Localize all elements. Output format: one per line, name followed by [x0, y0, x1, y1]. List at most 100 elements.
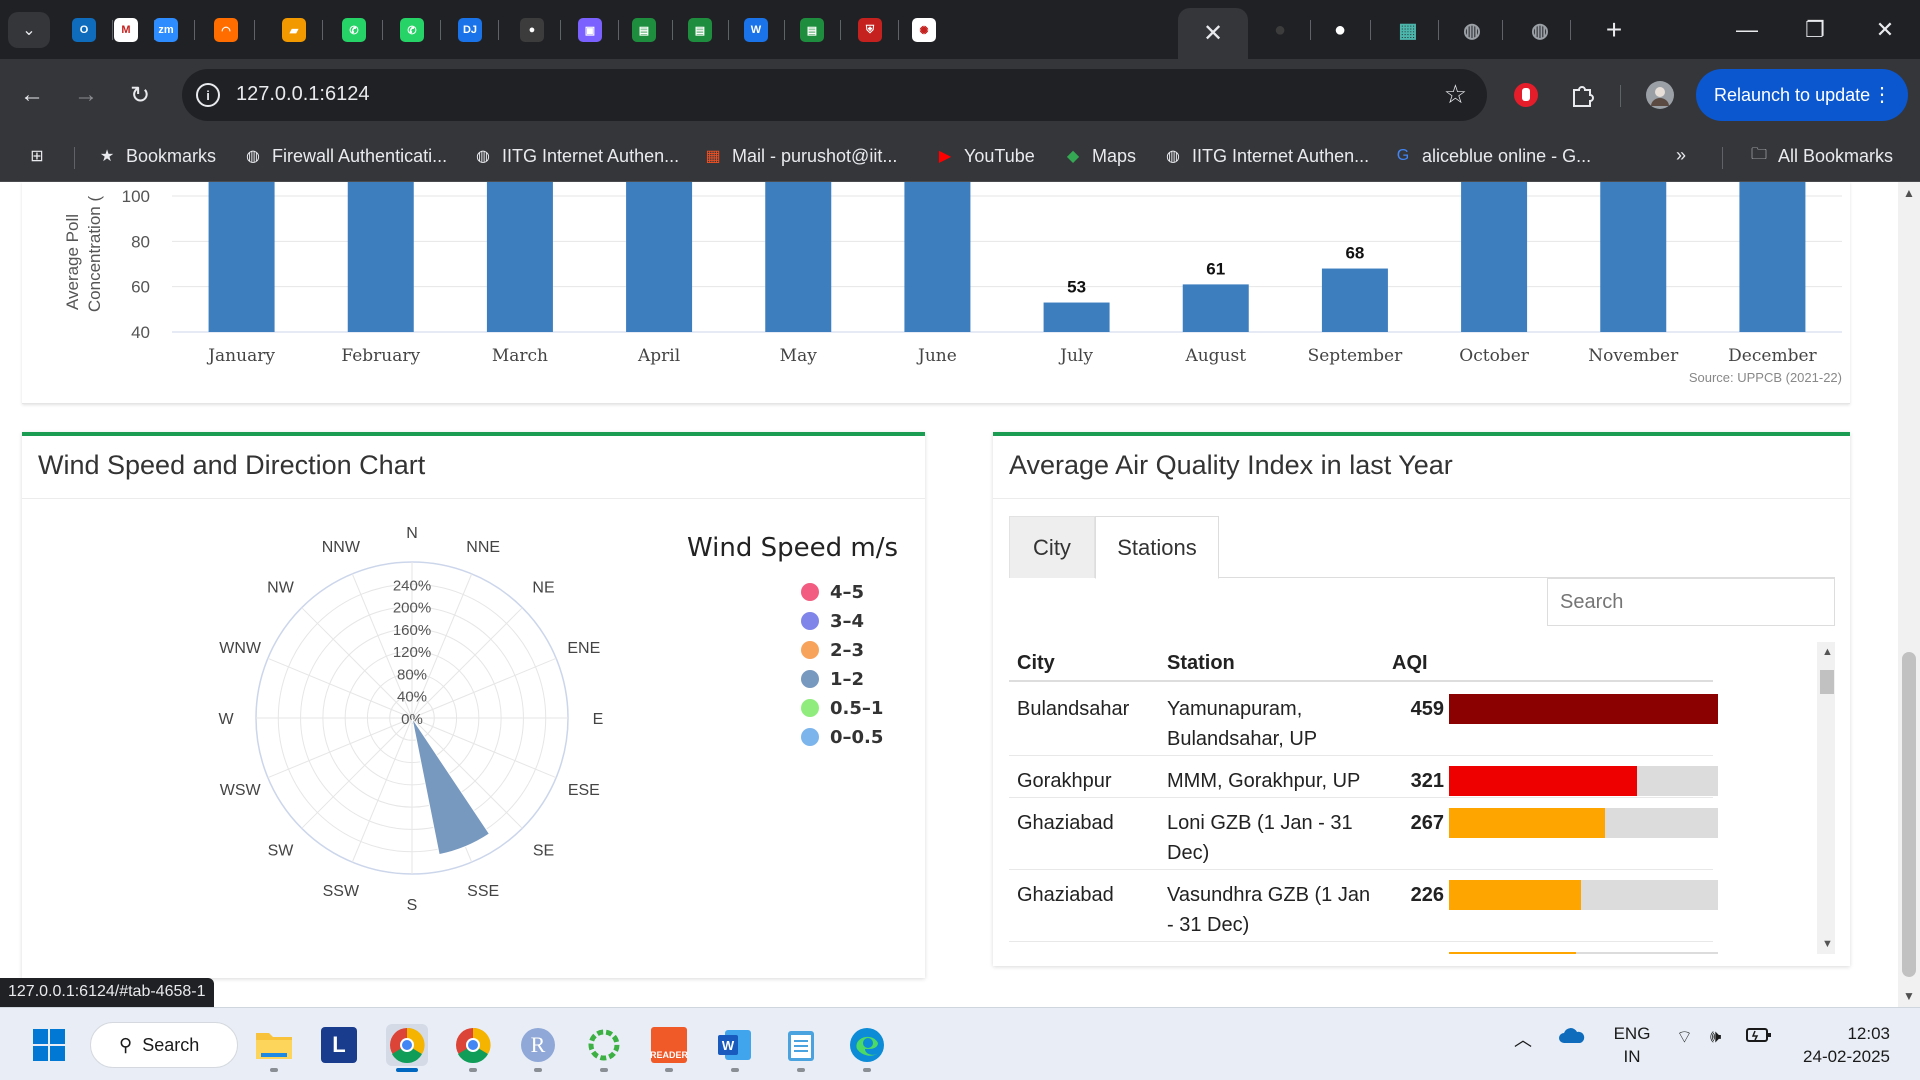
bookmark-item[interactable]: ◍ IITG Internet Authen... — [472, 145, 679, 167]
tab-search-button[interactable]: ⌄ — [8, 12, 50, 48]
bar[interactable] — [1321, 268, 1388, 332]
table-row[interactable] — [1009, 942, 1718, 954]
scroll-thumb[interactable] — [1902, 652, 1916, 977]
bar[interactable] — [904, 182, 971, 333]
restore-button[interactable]: ❐ — [1792, 12, 1838, 48]
tab-city[interactable]: City — [1009, 516, 1095, 578]
table-row[interactable]: Bulandsahar Yamunapuram, Bulandsahar, UP 4… — [1009, 684, 1718, 756]
tab-active[interactable]: ✕ — [1178, 8, 1248, 59]
address-bar[interactable]: i 127.0.0.1:6124 ☆ — [182, 69, 1487, 121]
legend-marker[interactable] — [801, 699, 819, 717]
scroll-up-icon[interactable]: ▲ — [1903, 186, 1915, 200]
close-window-button[interactable]: ✕ — [1862, 12, 1908, 48]
browser-tab[interactable]: ▤ — [626, 12, 662, 48]
scroll-up-icon[interactable]: ▲ — [1822, 646, 1833, 658]
onedrive-button[interactable] — [1558, 1026, 1586, 1049]
search-input[interactable] — [1547, 578, 1835, 626]
extensions-button[interactable] — [1564, 77, 1600, 113]
start-button[interactable] — [28, 1024, 70, 1066]
bar[interactable] — [1461, 182, 1528, 333]
browser-tab[interactable]: ▤ — [794, 12, 830, 48]
volume-button[interactable]: 🕪 — [1710, 1026, 1721, 1047]
bookmark-item[interactable]: ◍ IITG Internet Authen... — [1162, 145, 1369, 167]
more-bookmarks-button[interactable]: » — [1676, 145, 1686, 166]
system-clock[interactable]: 12:03 24-02-2025 — [1796, 1022, 1890, 1068]
bar[interactable] — [208, 182, 275, 333]
browser-tab[interactable]: ● — [1262, 12, 1298, 48]
bar[interactable] — [486, 182, 553, 332]
scroll-thumb[interactable] — [1820, 670, 1834, 694]
bar[interactable] — [1182, 284, 1249, 332]
edge-button[interactable] — [846, 1024, 888, 1066]
browser-tab[interactable]: ▣ — [572, 12, 608, 48]
bookmark-item[interactable]: ▦ Mail - purushot@iit... — [702, 145, 897, 167]
browser-tab[interactable]: W — [738, 12, 774, 48]
legend-marker[interactable] — [801, 612, 819, 630]
wifi-button[interactable]: ⌔ — [1676, 1026, 1693, 1049]
browser-tab[interactable]: M — [108, 12, 144, 48]
bar[interactable] — [765, 182, 832, 332]
browser-tab[interactable]: ◠ — [208, 12, 244, 48]
browser-tab[interactable]: ▰ — [276, 12, 312, 48]
file-explorer-button[interactable] — [253, 1024, 295, 1066]
column-header-station[interactable]: Station — [1167, 652, 1235, 675]
notepad-button[interactable] — [780, 1024, 822, 1066]
legend-marker[interactable] — [801, 641, 819, 659]
scroll-down-icon[interactable]: ▼ — [1822, 938, 1833, 950]
browser-tab[interactable]: zm — [148, 12, 184, 48]
l-app-button[interactable]: L — [318, 1024, 360, 1066]
browser-tab[interactable]: O — [66, 12, 102, 48]
table-row[interactable]: Ghaziabad Loni GZB (1 Jan - 31 Dec) 267 — [1009, 798, 1718, 870]
chrome-button[interactable] — [386, 1024, 428, 1066]
browser-tab[interactable]: ◍ — [1454, 12, 1490, 48]
column-header-city[interactable]: City — [1017, 652, 1055, 675]
extension-button[interactable] — [1508, 77, 1544, 113]
legend-marker[interactable] — [801, 583, 819, 601]
browser-tab[interactable]: ▦ — [1390, 12, 1426, 48]
table-row[interactable]: Gorakhpur MMM, Gorakhpur, UP 321 — [1009, 756, 1718, 798]
bookmark-item[interactable]: Galiceblue online - G... — [1392, 145, 1591, 167]
battery-button[interactable] — [1746, 1026, 1772, 1049]
profile-button[interactable] — [1642, 77, 1678, 113]
wind-wedge[interactable] — [411, 717, 491, 856]
scroll-down-icon[interactable]: ▼ — [1903, 989, 1915, 1003]
taskbar-search[interactable]: ⚲ Search — [90, 1022, 238, 1068]
language-indicator[interactable]: ENG IN — [1612, 1022, 1652, 1068]
bar[interactable] — [1739, 182, 1806, 333]
tray-overflow-button[interactable]: ︿ — [1514, 1026, 1532, 1052]
bar[interactable] — [1600, 182, 1667, 333]
bar[interactable] — [1043, 302, 1110, 332]
bookmark-item[interactable]: ▶ YouTube — [934, 145, 1035, 167]
forward-button[interactable]: → — [68, 77, 104, 113]
minimize-button[interactable]: — — [1724, 12, 1770, 48]
legend-marker[interactable] — [801, 728, 819, 746]
browser-tab[interactable]: ● — [514, 12, 550, 48]
table-scrollbar[interactable]: ▲ ▼ — [1817, 642, 1835, 954]
bar[interactable] — [347, 182, 414, 332]
info-icon[interactable]: i — [196, 83, 220, 107]
browser-tab[interactable]: ◍ — [1522, 12, 1558, 48]
bar[interactable] — [626, 182, 693, 332]
ring-app-button[interactable] — [583, 1024, 625, 1066]
page-scrollbar[interactable]: ▲ ▼ — [1898, 182, 1920, 1007]
browser-tab[interactable]: ✺ — [906, 12, 942, 48]
bookmark-item[interactable]: ◍ Firewall Authenticati... — [242, 145, 447, 167]
kebab-menu-icon[interactable]: ⋮ — [1872, 82, 1892, 107]
browser-tab[interactable]: ● — [1322, 12, 1358, 48]
browser-tab[interactable]: ⛨ — [852, 12, 888, 48]
url-text[interactable]: 127.0.0.1:6124 — [236, 83, 369, 106]
browser-tab[interactable]: ▤ — [682, 12, 718, 48]
browser-tab[interactable]: DJ — [452, 12, 488, 48]
new-tab-button[interactable]: + — [1596, 12, 1632, 48]
browser-tab[interactable]: ✆ — [394, 12, 430, 48]
table-row[interactable]: Ghaziabad Vasundhra GZB (1 Jan - 31 Dec) 2… — [1009, 870, 1718, 942]
close-icon[interactable]: ✕ — [1203, 19, 1223, 48]
reload-button[interactable]: ↻ — [122, 77, 158, 113]
relaunch-button[interactable]: Relaunch to update ⋮ — [1696, 69, 1908, 121]
all-bookmarks-button[interactable]: 🗀 All Bookmarks — [1748, 145, 1893, 167]
star-icon[interactable]: ☆ — [1444, 79, 1467, 110]
column-header-aqi[interactable]: AQI — [1392, 652, 1428, 675]
back-button[interactable]: ← — [14, 77, 50, 113]
legend-marker[interactable] — [801, 670, 819, 688]
bookmark-item[interactable]: ★ Bookmarks — [96, 145, 216, 167]
